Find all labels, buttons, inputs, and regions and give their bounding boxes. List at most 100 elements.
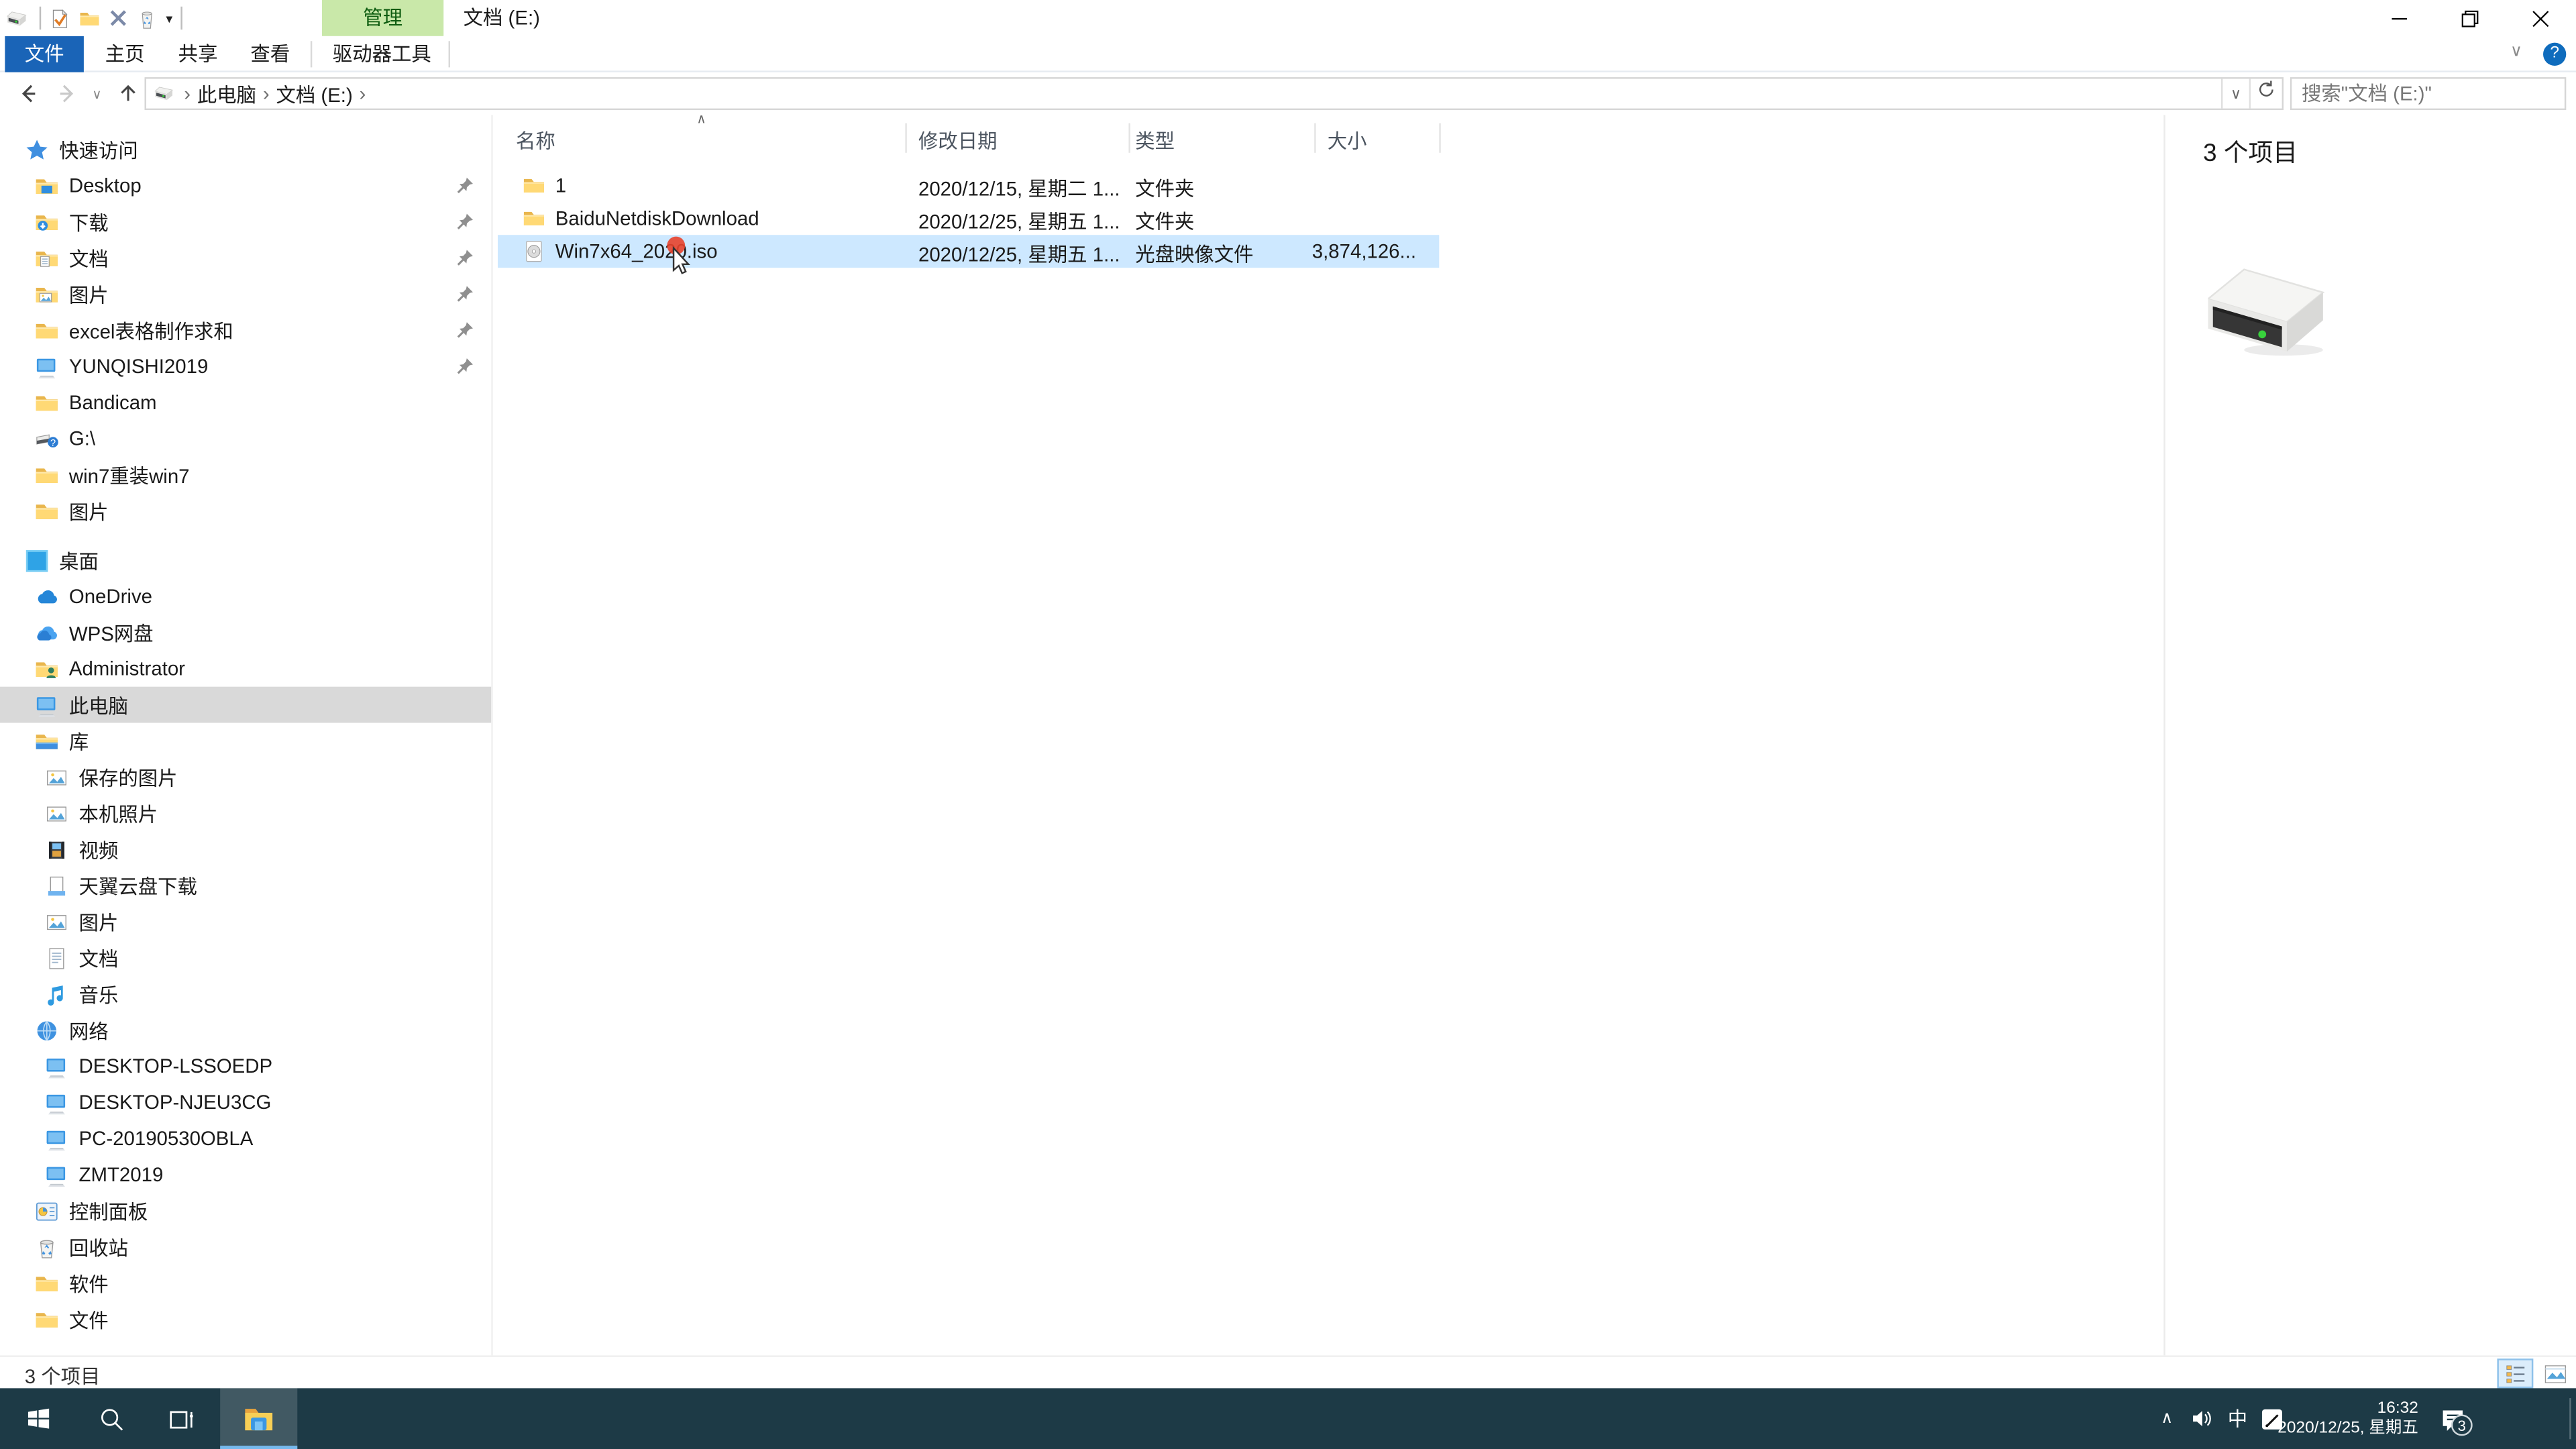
forward-button[interactable] [52,79,82,109]
sidebar-item-label: ZMT2019 [78,1163,164,1187]
close-button[interactable] [2506,0,2576,36]
recent-locations-chevron-icon[interactable]: ∨ [87,79,107,109]
sidebar-item[interactable]: 本机照片 [0,795,491,831]
sidebar-item[interactable]: 桌面 [0,542,491,578]
restore-button[interactable] [2434,0,2505,36]
show-desktop-button[interactable] [2569,1398,2571,1440]
file-explorer-taskbar-button[interactable] [220,1388,298,1449]
sidebar-item[interactable]: 网络 [0,1012,491,1049]
sidebar-item[interactable]: DESKTOP-NJEU3CG [0,1084,491,1120]
sidebar-item[interactable]: 快速访问 [0,131,491,168]
tab-share[interactable]: 共享 [166,36,230,72]
sidebar-item[interactable]: OneDrive [0,578,491,614]
collapse-ribbon-chevron-icon[interactable]: ∨ [2510,43,2522,61]
sidebar-item[interactable]: ZMT2019 [0,1157,491,1193]
sidebar-item[interactable]: 音乐 [0,976,491,1012]
new-folder-icon[interactable] [79,7,101,29]
hidden-icons-chevron-icon[interactable]: ∧ [2152,1388,2182,1449]
tab-view[interactable]: 查看 [238,36,303,72]
sidebar-item[interactable]: 回收站 [0,1229,491,1265]
title-bar: ▾ 管理 文档 (E:) [0,0,2576,36]
sidebar-item[interactable]: 文件 [0,1301,491,1338]
sidebar-item[interactable]: PC-20190530OBLA [0,1120,491,1157]
sidebar-item[interactable]: 图片 [0,493,491,529]
breadcrumb-drive-e[interactable]: 文档 (E:) [276,80,352,108]
sidebar-item-label: 文件 [68,1308,109,1332]
sidebar-item-label: 文档 [68,247,109,270]
sidebar-item-icon [34,246,59,270]
contextual-tab-header[interactable]: 管理 [322,0,444,36]
address-bar[interactable]: › 此电脑 › 文档 (E:) › ∨ [144,77,2284,111]
sidebar-item[interactable]: 控制面板 [0,1193,491,1229]
sidebar-item[interactable]: 图片 [0,276,491,312]
task-view-icon [168,1405,195,1432]
sidebar-item[interactable]: DESKTOP-LSSOEDP [0,1048,491,1084]
recycle-bin-icon[interactable] [136,7,158,29]
column-header-name[interactable]: 名称 [516,127,555,155]
sidebar-item[interactable]: Administrator [0,651,491,687]
tab-file[interactable]: 文件 [5,36,84,72]
help-icon[interactable]: ? [2543,42,2567,66]
refresh-icon[interactable] [2249,78,2282,109]
taskbar-search-button[interactable] [76,1388,146,1449]
details-view-button[interactable] [2497,1358,2534,1389]
column-divider[interactable] [905,123,907,153]
breadcrumb-chevron-icon: › [262,82,270,105]
thumbnails-view-button[interactable] [2536,1358,2573,1388]
file-row[interactable]: BaiduNetdiskDownload 2020/12/25, 星期五 1..… [498,202,1439,235]
volume-icon[interactable] [2185,1388,2218,1449]
search-box[interactable] [2290,77,2567,111]
address-dropdown-chevron-icon[interactable]: ∨ [2221,78,2249,109]
breadcrumb-chevron-icon: › [359,82,366,105]
file-name[interactable]: BaiduNetdiskDownload [555,207,759,230]
up-button[interactable] [113,79,143,109]
customize-qat-arrow-icon[interactable]: ▾ [166,11,172,25]
column-header-date[interactable]: 修改日期 [918,127,998,155]
column-header-type[interactable]: 类型 [1135,127,1175,155]
taskbar: ∧ 中 16:32 2020/12/25, 星期五 3 [0,1388,2576,1449]
sidebar-item[interactable]: 视频 [0,831,491,867]
sidebar-item[interactable]: Desktop [0,168,491,204]
quick-access-toolbar: ▾ [7,0,182,36]
file-name[interactable]: 1 [555,174,566,197]
taskbar-clock[interactable]: 16:32 2020/12/25, 星期五 [2267,1388,2422,1449]
sidebar-item-label: 保存的图片 [78,766,178,790]
tab-drive-tools[interactable]: 驱动器工具 [317,36,447,72]
sidebar-item[interactable]: G:\ [0,421,491,457]
file-row[interactable]: Win7x64_2020.iso 2020/12/25, 星期五 1... 光盘… [498,235,1440,268]
search-input[interactable] [2292,82,2557,105]
sidebar-item[interactable]: 软件 [0,1265,491,1301]
sidebar-item[interactable]: win7重装win7 [0,457,491,493]
task-view-button[interactable] [146,1388,217,1449]
sidebar-item-label: Desktop [68,174,142,197]
sidebar-item[interactable]: 文档 [0,940,491,976]
sidebar-item[interactable]: 图片 [0,904,491,940]
sidebar-item[interactable]: Bandicam [0,384,491,421]
sidebar-item-icon [34,1307,59,1332]
sidebar-item[interactable]: 保存的图片 [0,759,491,795]
sidebar-item[interactable]: 库 [0,723,491,759]
properties-check-icon[interactable] [49,7,70,29]
column-divider[interactable] [1314,123,1316,153]
sidebar-item[interactable]: 文档 [0,240,491,276]
sidebar-item[interactable]: 此电脑 [0,686,492,723]
sidebar-item[interactable]: excel表格制作求和 [0,312,491,348]
column-divider[interactable] [1128,123,1130,153]
sidebar-item-icon [34,692,59,717]
breadcrumb-this-pc[interactable]: 此电脑 [197,80,256,108]
start-button[interactable] [0,1388,76,1449]
tab-home[interactable]: 主页 [94,36,156,72]
sidebar-item[interactable]: 下载 [0,204,491,240]
back-button[interactable] [13,79,43,109]
file-name[interactable]: Win7x64_2020.iso [555,240,718,263]
column-divider[interactable] [1439,123,1441,153]
sort-ascending-icon[interactable]: ∧ [696,112,706,127]
column-header-size[interactable]: 大小 [1328,127,1367,155]
ime-indicator[interactable]: 中 [2221,1388,2254,1449]
sidebar-item[interactable]: 天翼云盘下载 [0,867,491,904]
delete-x-icon[interactable] [109,8,128,28]
sidebar-item[interactable]: YUNQISHI2019 [0,348,491,384]
sidebar-item[interactable]: WPS网盘 [0,614,491,651]
minimize-button[interactable] [2364,0,2434,36]
file-row[interactable]: 1 2020/12/15, 星期二 1... 文件夹 [498,169,1439,202]
